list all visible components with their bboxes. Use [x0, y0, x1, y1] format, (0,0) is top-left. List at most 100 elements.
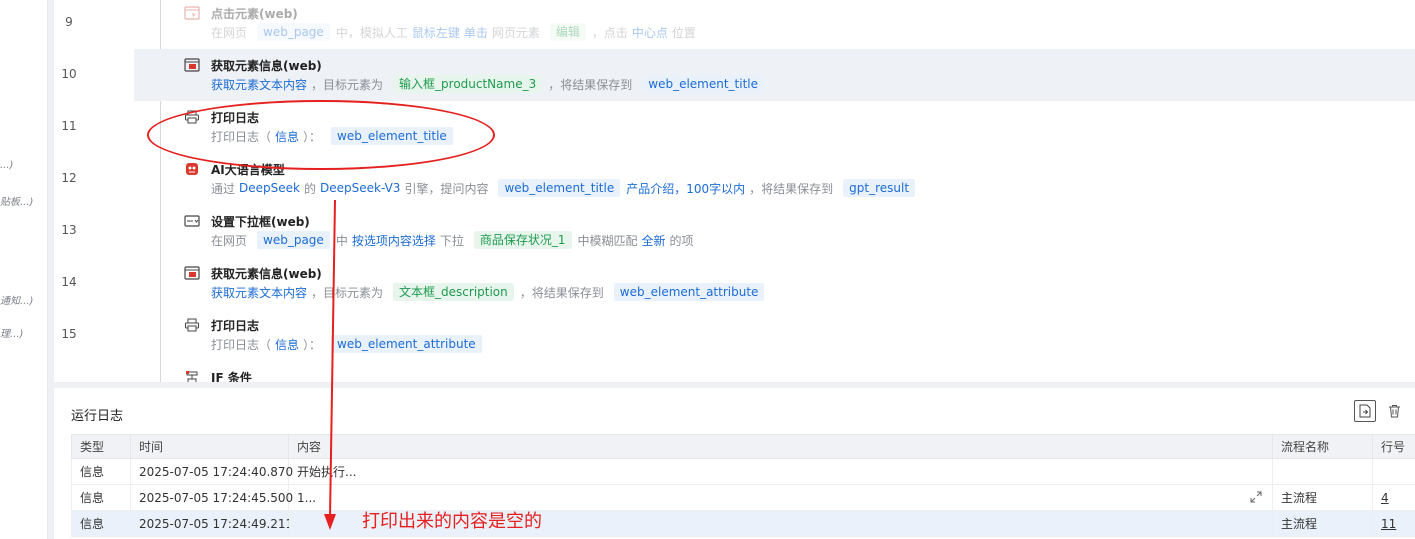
- step-text: ，将结果保存到: [749, 181, 834, 196]
- param-value[interactable]: 中心点: [632, 24, 668, 41]
- sidebar-fragment[interactable]: 通知...): [0, 292, 33, 307]
- step-text: 网页元素: [491, 25, 540, 40]
- param-value[interactable]: 获取元素文本内容: [211, 284, 307, 301]
- column-header-time[interactable]: 时间: [130, 434, 289, 459]
- flow-step[interactable]: AI大语言模型 通过 DeepSeek 的 DeepSeek-V3 引擎，提问内容 web_…: [134, 153, 1415, 205]
- param-value[interactable]: 获取元素文本内容: [211, 76, 307, 93]
- flow-step[interactable]: 设置下拉框(web) 在网页 web_page 中按选项内容选择 下拉 商品保存状况_1 中…: [134, 205, 1415, 257]
- sidebar-fragment[interactable]: 理...): [0, 325, 23, 340]
- step-text: ）：: [303, 337, 322, 352]
- step-title: AI大语言模型: [211, 163, 285, 177]
- param-value[interactable]: 信息: [275, 128, 299, 145]
- log-cell-flow: [1272, 458, 1373, 485]
- click-element-icon: [184, 6, 200, 20]
- step-text: 在网页: [211, 233, 248, 248]
- log-row[interactable]: 信息 2025-07-05 17:24:40.870 开始执行...: [71, 458, 1415, 485]
- line-link[interactable]: 11: [1381, 517, 1396, 531]
- element-chip[interactable]: 商品保存状况_1: [473, 231, 572, 249]
- param-value[interactable]: 产品介绍，100字以内: [626, 180, 745, 197]
- step-text: ，将结果保存到: [548, 77, 633, 92]
- log-cell-type: 信息: [71, 458, 131, 485]
- sidebar-fragment[interactable]: 贴板...): [0, 193, 33, 208]
- log-panel-title: 运行日志: [71, 409, 124, 424]
- line-link[interactable]: 4: [1381, 491, 1389, 505]
- step-title: 获取元素信息(web): [211, 59, 322, 73]
- step-list: 点击元素(web) 在网页 web_page 中，模拟人工 鼠标左键 单击 网页元素 编辑 ，点…: [134, 0, 1415, 382]
- flow-step[interactable]: 打印日志 打印日志（ 信息 ）： web_element_attribute: [134, 309, 1415, 361]
- step-description: 打印日志（ 信息 ）： web_element_title: [211, 126, 459, 146]
- step-description: 在网页 web_page 中按选项内容选择 下拉 商品保存状况_1 中模糊匹配 全新 的项: [211, 230, 698, 250]
- export-log-button[interactable]: [1354, 400, 1376, 422]
- variable-chip[interactable]: web_element_attribute: [331, 335, 482, 353]
- param-value[interactable]: DeepSeek-V3: [320, 181, 400, 195]
- param-value[interactable]: 信息: [275, 336, 299, 353]
- ai-model-icon: [184, 162, 200, 176]
- line-number: 12: [61, 171, 77, 185]
- step-title: 获取元素信息(web): [211, 267, 322, 281]
- step-title: IF 条件: [211, 371, 252, 382]
- line-number: 9: [65, 15, 73, 29]
- flow-step[interactable]: 点击元素(web) 在网页 web_page 中，模拟人工 鼠标左键 单击 网页元素 编辑 ，点…: [134, 0, 1415, 49]
- element-chip[interactable]: 文本框_description: [393, 283, 514, 301]
- variable-chip[interactable]: web_element_title: [331, 127, 453, 145]
- log-row[interactable]: 信息 2025-07-05 17:24:49.211 主流程 11: [71, 510, 1415, 537]
- log-row[interactable]: 信息 2025-07-05 17:24:45.500 1... 主流程 4: [71, 484, 1415, 511]
- sidebar-fragment[interactable]: ...): [0, 160, 13, 171]
- column-header-content[interactable]: 内容: [288, 434, 1273, 459]
- flow-step[interactable]: 获取元素信息(web) 获取元素文本内容 ，目标元素为 文本框_description…: [134, 257, 1415, 309]
- log-table: 类型 时间 内容 流程名称 行号 信息 2025-07-05 17:24:40.8…: [71, 434, 1415, 537]
- step-text: 中: [335, 233, 348, 248]
- step-title: 点击元素(web): [211, 7, 298, 21]
- step-text: 位置: [671, 25, 696, 40]
- column-header-type[interactable]: 类型: [71, 434, 131, 459]
- print-log-icon: [184, 318, 200, 332]
- app-window: ...) 贴板...) 通知...) 理...) 9 10 11 12 13 14 15 点…: [0, 0, 1415, 539]
- line-number: 14: [61, 275, 77, 289]
- param-value[interactable]: 鼠标左键: [412, 24, 460, 41]
- step-text: ，将结果保存到: [519, 285, 604, 300]
- if-condition-icon: [184, 370, 200, 382]
- left-sidebar: ...) 贴板...) 通知...) 理...): [0, 0, 48, 539]
- flow-step[interactable]: 获取元素信息(web) 获取元素文本内容 ，目标元素为 输入框_productName…: [134, 49, 1415, 101]
- step-text: ，目标元素为: [311, 77, 384, 92]
- step-text: 的项: [669, 233, 694, 248]
- line-number: 11: [61, 119, 77, 133]
- step-description: 获取元素文本内容 ，目标元素为 文本框_description ，将结果保存到 web_…: [211, 282, 770, 302]
- clear-log-button[interactable]: [1383, 400, 1405, 422]
- log-cell-time: 2025-07-05 17:24:40.870: [130, 458, 293, 485]
- column-header-line[interactable]: 行号: [1372, 434, 1415, 459]
- line-number: 13: [61, 223, 77, 237]
- variable-chip[interactable]: web_element_title: [498, 179, 621, 197]
- param-value[interactable]: 按选项内容选择: [352, 232, 436, 249]
- variable-chip[interactable]: web_element_attribute: [613, 283, 765, 301]
- log-cell-type: 信息: [71, 484, 131, 511]
- variable-chip[interactable]: gpt_result: [843, 179, 916, 197]
- param-value[interactable]: DeepSeek: [239, 181, 300, 195]
- param-value[interactable]: 全新: [642, 232, 666, 249]
- log-table-header: 类型 时间 内容 流程名称 行号: [71, 434, 1415, 459]
- variable-chip[interactable]: web_element_title: [642, 75, 765, 93]
- step-text: 中，模拟人工: [335, 25, 408, 40]
- log-cell-type: 信息: [71, 510, 131, 537]
- log-cell-flow: 主流程: [1272, 484, 1373, 511]
- step-description: 打印日志（ 信息 ）： web_element_attribute: [211, 334, 488, 354]
- step-text: 引擎，提问内容: [404, 181, 489, 196]
- step-text: 打印日志（: [211, 129, 272, 144]
- line-number-column: 9 10 11 12 13 14 15: [54, 0, 134, 382]
- step-description: 通过 DeepSeek 的 DeepSeek-V3 引擎，提问内容 web_element…: [211, 178, 921, 198]
- step-text: 中模糊匹配: [577, 233, 638, 248]
- log-cell-content: 开始执行...: [288, 458, 1273, 485]
- flow-step[interactable]: IF 条件: [134, 361, 1415, 382]
- column-header-flow[interactable]: 流程名称: [1272, 434, 1373, 459]
- flow-step[interactable]: 打印日志 打印日志（ 信息 ）： web_element_title: [134, 101, 1415, 153]
- variable-chip[interactable]: web_page: [257, 23, 330, 41]
- step-title: 打印日志: [211, 111, 260, 125]
- element-chip[interactable]: 输入框_productName_3: [393, 75, 543, 93]
- element-chip[interactable]: 编辑: [549, 23, 586, 41]
- variable-chip[interactable]: web_page: [257, 231, 330, 249]
- param-value[interactable]: 单击: [464, 24, 488, 41]
- log-cell-line: 11: [1372, 510, 1415, 537]
- expand-icon[interactable]: [1250, 491, 1264, 505]
- line-number: 10: [61, 67, 77, 81]
- run-log-panel: 运行日志 类型 时间 内容 流程名称 行号 信息 2025-07-05 17:24…: [54, 388, 1415, 539]
